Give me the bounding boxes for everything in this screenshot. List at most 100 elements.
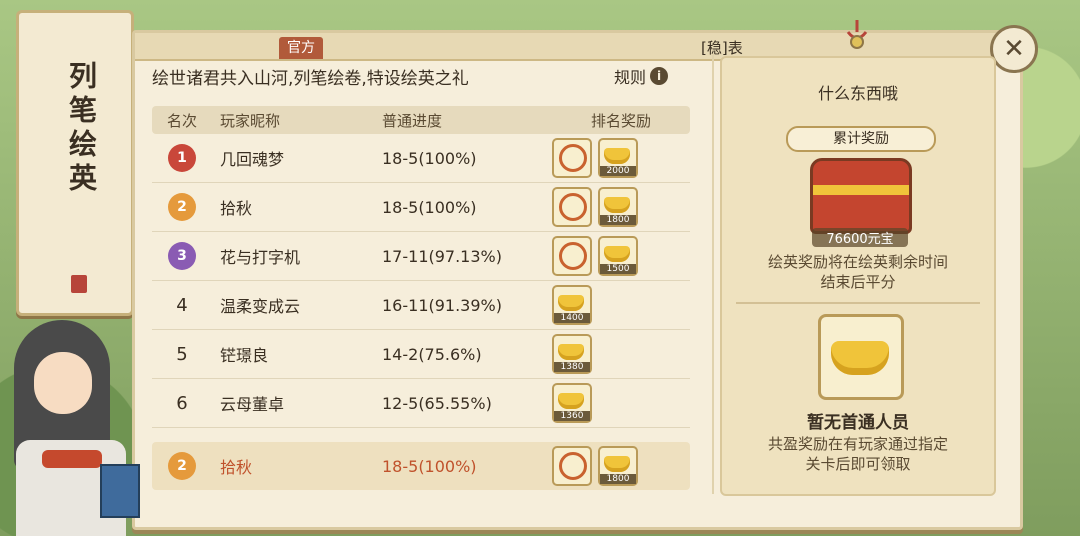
gold-ingot-icon	[831, 341, 889, 375]
rank-cell: 5	[152, 344, 212, 365]
split-note-line2: 结束后平分	[820, 273, 896, 291]
reward-quantity: 1800	[600, 474, 636, 484]
player-name: 拾秋	[220, 199, 253, 218]
reward-quantity: 1380	[554, 362, 590, 372]
accumulated-reward-label: 累计奖励	[786, 126, 936, 152]
book-icon	[100, 464, 140, 518]
reward-cell: 1360	[552, 383, 690, 423]
intro-text: 绘世诸君共入山河,列笔绘卷,特设绘英之礼	[152, 69, 469, 89]
side-banner-title: 列笔绘英	[65, 61, 98, 197]
player-name: 云母董卓	[220, 395, 285, 414]
rank-medal-icon: 1	[168, 144, 196, 172]
panel-divider	[712, 54, 714, 494]
table-row: 3 花与打字机 17-11(97.13%) 1500	[152, 232, 690, 281]
my-progress: 18-5(100%)	[382, 456, 477, 476]
player-name: 几回魂梦	[220, 150, 285, 169]
reward-quantity: 2000	[600, 166, 636, 176]
no-first-clear-label: 暂无首通人员	[807, 413, 909, 433]
player-progress: 18-5(100%)	[382, 197, 477, 217]
reward-quantity: 1360	[554, 411, 590, 421]
reward-cell: 1500	[552, 236, 690, 276]
reward-quantity: 1800	[600, 215, 636, 225]
ring-reward[interactable]	[552, 236, 592, 276]
ingot-reward[interactable]: 1380	[552, 334, 592, 374]
close-icon: ✕	[1003, 34, 1025, 64]
table-row: 1 几回魂梦 18-5(100%) 2000	[152, 134, 690, 183]
ring-reward[interactable]	[552, 446, 592, 486]
header-rank: 名次	[166, 111, 197, 130]
player-progress: 12-5(65.55%)	[382, 393, 492, 413]
my-rank-medal: 2	[168, 452, 196, 480]
table-row: 4 温柔变成云 16-11(91.39%) 1400	[152, 281, 690, 330]
table-row: 5 铓璟良 14-2(75.6%) 1380	[152, 330, 690, 379]
rank-cell: 4	[152, 295, 212, 316]
player-progress: 16-11(91.39%)	[382, 295, 502, 315]
gold-ingot-icon	[558, 344, 584, 360]
player-progress: 17-11(97.13%)	[382, 246, 502, 266]
reward-cell: 1800	[552, 187, 690, 227]
rank-number: 5	[176, 343, 188, 365]
player-name: 铓璟良	[220, 346, 269, 365]
my-rank-row: 2 拾秋 18-5(100%) 1800	[152, 442, 690, 490]
ingot-reward[interactable]: 1400	[552, 285, 592, 325]
gold-ingot-icon	[558, 295, 584, 311]
ring-icon	[559, 193, 587, 221]
ingot-reward[interactable]: 1500	[598, 236, 638, 276]
ingot-reward[interactable]: 1360	[552, 383, 592, 423]
side-panel-title: 什么东西哦	[817, 84, 898, 103]
tab-official[interactable]: 官方	[279, 37, 323, 59]
first-clear-note: 共盈奖励在有玩家通过指定 关卡后即可领取	[722, 434, 994, 474]
my-rewards: 1800	[552, 446, 690, 486]
reward-quantity: 1400	[554, 313, 590, 323]
ring-reward[interactable]	[552, 138, 592, 178]
ring-icon	[559, 452, 587, 480]
reward-cell: 1380	[552, 334, 690, 374]
ingot-reward[interactable]: 2000	[598, 138, 638, 178]
info-icon: i	[650, 67, 669, 85]
rank-medal-icon: 2	[168, 193, 196, 221]
reward-side-panel: 什么东西哦 累计奖励 76600元宝 绘英奖励将在绘英剩余时间 结束后平分 暂无…	[720, 56, 996, 496]
ingot-reward[interactable]: 1800	[598, 187, 638, 227]
rules-label: 规则	[614, 68, 647, 87]
header-rewards: 排名奖励	[590, 111, 651, 130]
first-clear-note-line2: 关卡后即可领取	[805, 455, 911, 473]
rank-number: 4	[176, 294, 188, 316]
rank-number: 6	[176, 392, 188, 414]
rank-cell: 6	[152, 393, 212, 414]
table-row: 6 云母董卓 12-5(65.55%) 1360	[152, 379, 690, 428]
rank-cell: 3	[152, 242, 212, 270]
my-rank: 2	[152, 452, 212, 480]
table-header: 名次 玩家昵称 普通进度 排名奖励	[152, 106, 690, 134]
player-name: 温柔变成云	[220, 297, 301, 316]
ingot-reward[interactable]: 1800	[598, 446, 638, 486]
gold-ingot-icon	[604, 148, 630, 164]
gold-ingot-icon	[604, 246, 630, 262]
rank-cell: 1	[152, 144, 212, 172]
ring-icon	[559, 242, 587, 270]
first-clear-reward[interactable]	[818, 314, 904, 400]
treasure-chest-icon[interactable]	[810, 158, 912, 234]
reward-cell: 1400	[552, 285, 690, 325]
player-progress: 18-5(100%)	[382, 148, 477, 168]
player-progress: 14-2(75.6%)	[382, 344, 482, 364]
player-name: 花与打字机	[220, 248, 301, 267]
character-portrait	[0, 300, 150, 536]
rank-cell: 2	[152, 193, 212, 221]
first-clear-note-line1: 共盈奖励在有玩家通过指定	[767, 435, 948, 453]
side-banner: 列笔绘英	[16, 10, 134, 316]
split-note-line1: 绘英奖励将在绘英剩余时间	[767, 253, 948, 271]
split-note: 绘英奖励将在绘英剩余时间 结束后平分	[722, 252, 994, 292]
rules-link[interactable]: 规则 i	[614, 64, 669, 88]
close-button[interactable]: ✕	[990, 25, 1038, 73]
knot-icon	[846, 20, 868, 49]
reward-cell: 2000	[552, 138, 690, 178]
gold-ingot-icon	[558, 393, 584, 409]
table-row: 2 拾秋 18-5(100%) 1800	[152, 183, 690, 232]
side-panel-divider	[736, 302, 980, 304]
header-name: 玩家昵称	[220, 111, 281, 130]
rank-medal-icon: 3	[168, 242, 196, 270]
gold-ingot-icon	[604, 197, 630, 213]
reward-quantity: 1500	[600, 264, 636, 274]
ring-reward[interactable]	[552, 187, 592, 227]
table-body: 1 几回魂梦 18-5(100%) 2000 2 拾秋 18-5(100%) 1800 3 花与打…	[152, 134, 690, 428]
